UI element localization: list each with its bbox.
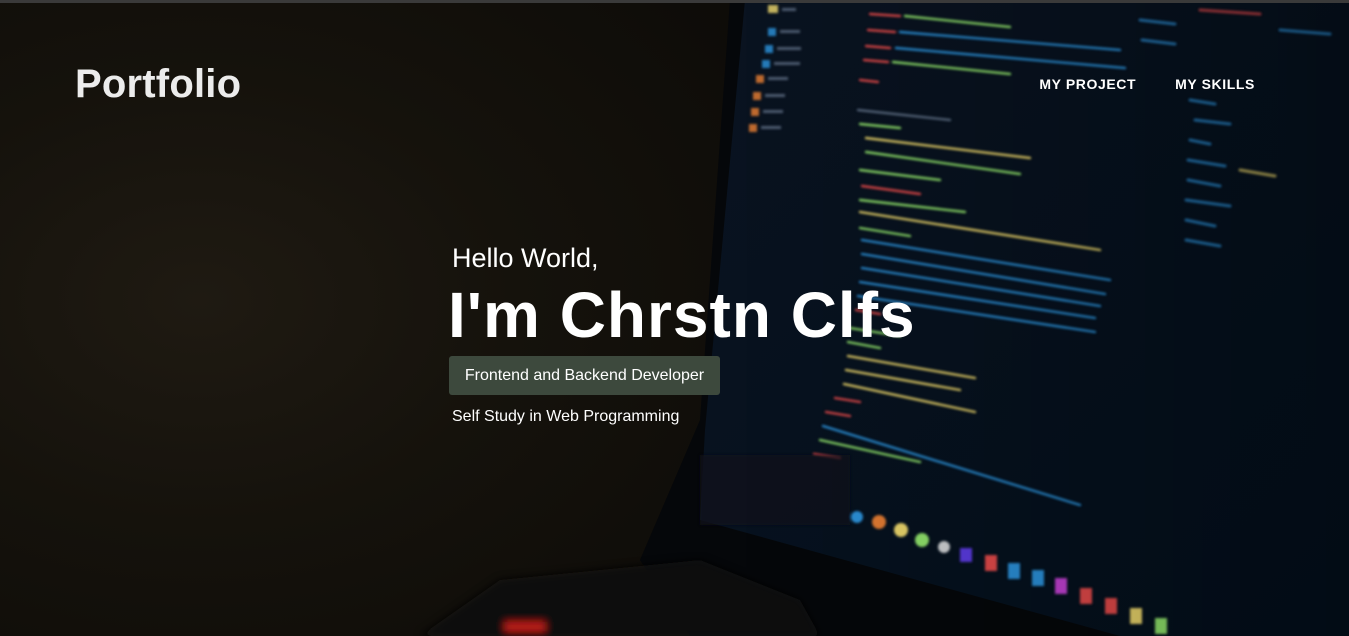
- tagline-text: Self Study in Web Programming: [452, 408, 680, 425]
- nav-my-skills[interactable]: MY SKILLS: [1175, 76, 1255, 92]
- hero-name-heading: I'm Chrstn Clfs: [448, 279, 916, 351]
- main-nav: MY PROJECT MY SKILLS: [1039, 76, 1255, 92]
- brand-logo[interactable]: Portfolio: [75, 62, 241, 107]
- top-border: [0, 0, 1349, 3]
- hero-section: Portfolio MY PROJECT MY SKILLS Hello Wor…: [0, 0, 1349, 636]
- nav-my-project[interactable]: MY PROJECT: [1039, 76, 1136, 92]
- developer-role-button[interactable]: Frontend and Backend Developer: [449, 356, 720, 395]
- greeting-text: Hello World,: [452, 243, 599, 273]
